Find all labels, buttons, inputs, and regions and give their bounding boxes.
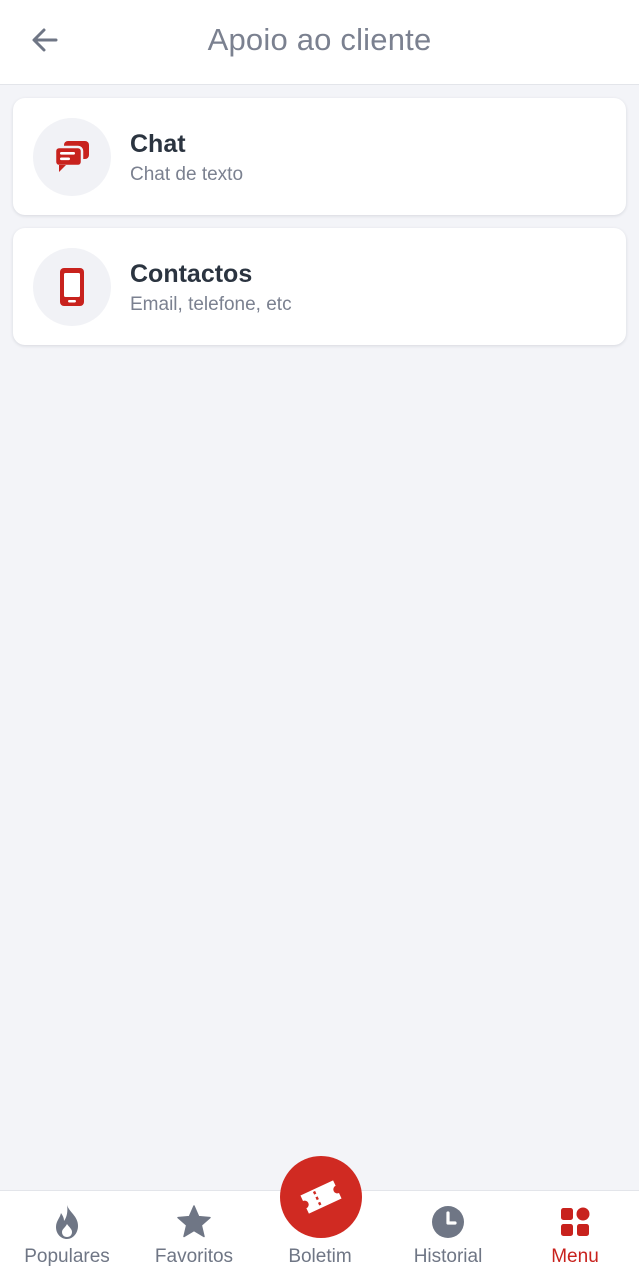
chat-subtitle: Chat de texto — [130, 164, 244, 185]
boletim-button[interactable] — [280, 1156, 362, 1238]
chat-title: Chat — [130, 130, 186, 158]
tab-menu[interactable]: Menu — [511, 1191, 639, 1280]
grid-icon — [561, 1207, 590, 1236]
tab-boletim-label[interactable]: Boletim — [255, 1246, 385, 1268]
chat-option-card[interactable]: Chat Chat de texto — [13, 98, 626, 215]
contacts-option-card[interactable]: Contactos Email, telefone, etc — [13, 228, 626, 345]
page-title: Apoio ao cliente — [207, 22, 432, 57]
flame-icon — [56, 1205, 78, 1239]
ticket-icon — [300, 1180, 342, 1214]
contacts-icon-circle — [33, 248, 111, 326]
contacts-subtitle: Email, telefone, etc — [130, 294, 292, 315]
star-icon — [177, 1205, 211, 1238]
tab-favoritos[interactable]: Favoritos — [130, 1191, 258, 1280]
tab-label: Historial — [413, 1246, 483, 1267]
tab-label: Favoritos — [154, 1246, 234, 1267]
chat-icon-circle — [33, 118, 111, 196]
chat-bubbles-icon — [53, 141, 89, 172]
tab-populares[interactable]: Populares — [3, 1191, 131, 1280]
clock-icon — [432, 1206, 464, 1238]
tab-label: Menu — [551, 1246, 599, 1267]
smartphone-icon — [60, 268, 84, 306]
tab-label: Populares — [24, 1246, 110, 1267]
app-header: Apoio ao cliente — [0, 0, 639, 85]
contacts-title: Contactos — [130, 260, 253, 288]
tab-historial[interactable]: Historial — [384, 1191, 512, 1280]
